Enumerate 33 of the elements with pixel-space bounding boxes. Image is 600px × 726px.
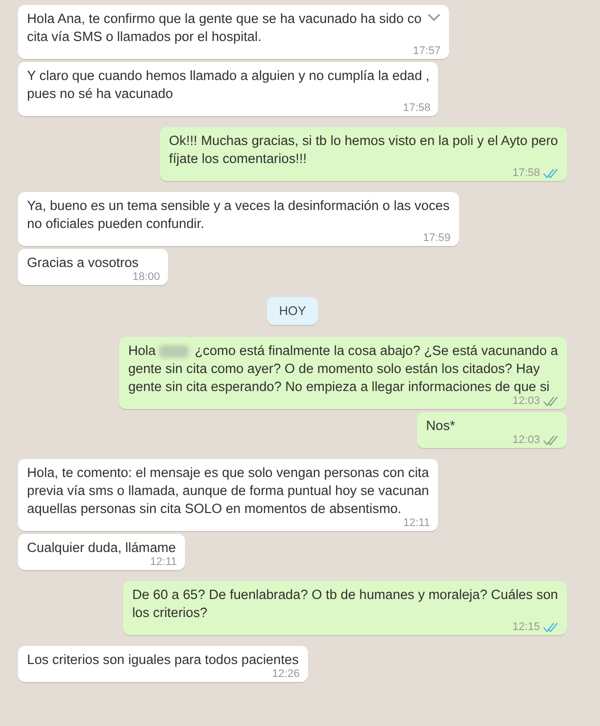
message-text: gente sin cita esperando? No empieza a llegar informaciones de que si — [128, 378, 550, 396]
message-text: pues no sé ha vacunado — [27, 85, 173, 103]
message-time: 12:15 — [512, 621, 540, 633]
message-text: Cualquier duda, llámame — [27, 539, 176, 557]
message-text: Hola Ana, te confirmo que la gente que se ha vacunado ha sido co — [27, 10, 422, 28]
message-text: Hola, te comento: el mensaje es que solo vengan personas con cita — [27, 464, 429, 482]
message-text: Gracias a vosotros — [27, 254, 139, 272]
message-text: Los criterios son iguales para todos pacientes — [27, 651, 299, 669]
message-time: 12:03 — [512, 434, 540, 446]
message-time: 12:11 — [403, 517, 430, 529]
message-text: aquellas personas sin cita SOLO en momentos de absentismo. — [27, 500, 402, 518]
message-text: Y claro que cuando hemos llamado a alguien y no cumplía la edad , — [27, 67, 430, 85]
message-text: los criterios? — [132, 604, 208, 622]
message-time: 12:11 — [150, 556, 177, 568]
message-time: 17:58 — [512, 167, 540, 179]
message-text: previa vía sms o llamada, aunque de forma puntual hoy se vacunan — [27, 482, 429, 500]
message-time: 17:58 — [402, 102, 430, 114]
message-text: Hola — [128, 342, 156, 360]
message-text: Ok!!! Muchas gracias, si tb lo hemos visto en la poli y el Ayto pero — [168, 132, 558, 150]
message-text: gente sin cita como ayer? O de momento solo están los citados? Hay — [128, 360, 540, 378]
message-text: Nos* — [426, 417, 456, 435]
chevron-down-icon[interactable] — [426, 13, 441, 22]
message-text: no oficiales pueden confundir. — [27, 215, 204, 233]
message-text: Ya, bueno es un tema sensible y a veces la desinformación o las voces — [27, 197, 450, 215]
message-time: 12:03 — [512, 395, 540, 407]
message-time: 12:26 — [272, 668, 300, 680]
message-time: 17:57 — [413, 45, 441, 57]
message-text: De 60 a 65? De fuenlabrada? O tb de humanes y moraleja? Cuáles son — [132, 586, 558, 604]
message-text: cita vía SMS o llamados por el hospital. — [27, 28, 262, 46]
message-text: ¿como está finalmente la cosa abajo? ¿Se está vacunando a — [194, 342, 558, 360]
message-time: 17:59 — [423, 232, 451, 244]
message-text: fíjate los comentarios!!! — [168, 150, 307, 168]
message-time: 18:00 — [132, 271, 160, 283]
